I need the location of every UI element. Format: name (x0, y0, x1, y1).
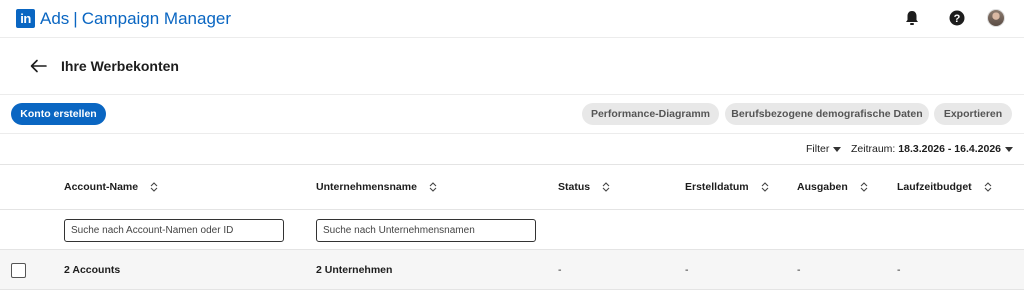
budget-value: - (897, 264, 901, 276)
column-header-account-name[interactable]: Account-Name (64, 181, 158, 193)
brand-separator: | (73, 9, 78, 28)
demographics-button[interactable]: Berufsbezogene demografische Daten (725, 103, 929, 125)
svg-text:?: ? (954, 13, 961, 25)
select-all-checkbox[interactable] (11, 263, 26, 278)
column-label: Ausgaben (797, 181, 848, 193)
column-label: Laufzeitbudget (897, 181, 972, 193)
accounts-count[interactable]: 2 Accounts (64, 264, 120, 276)
chevron-down-icon (833, 146, 842, 152)
companies-count: 2 Unternehmen (316, 264, 393, 276)
created-date-value: - (685, 264, 689, 276)
company-search-input[interactable] (316, 219, 536, 242)
sort-icon[interactable] (761, 182, 769, 192)
top-navigation-bar: in Ads | Campaign Manager ? (0, 0, 1024, 38)
column-label: Erstelldatum (685, 181, 749, 193)
app-brand[interactable]: Ads | Campaign Manager (40, 9, 231, 29)
filter-bar: Filter Zeitraum: 18.3.2026 - 16.4.2026 (0, 134, 1024, 165)
column-label: Status (558, 181, 591, 193)
sort-icon[interactable] (984, 182, 992, 192)
product-name: Ads (40, 9, 70, 28)
column-label: Account-Name (64, 181, 139, 193)
export-button[interactable]: Exportieren (934, 103, 1012, 125)
column-header-company-name[interactable]: Unternehmensname (316, 181, 437, 193)
page-header: Ihre Werbekonten (0, 39, 1024, 95)
filter-label: Filter (806, 143, 830, 155)
action-toolbar: Konto erstellen Performance-Diagramm Ber… (0, 95, 1024, 134)
linkedin-logo[interactable]: in (16, 9, 35, 28)
sort-icon[interactable] (429, 182, 437, 192)
date-range-picker[interactable]: Zeitraum: 18.3.2026 - 16.4.2026 (851, 143, 1014, 155)
date-range-value: 18.3.2026 - 16.4.2026 (898, 143, 1002, 155)
column-header-spend[interactable]: Ausgaben (797, 181, 868, 193)
performance-chart-button[interactable]: Performance-Diagramm (582, 103, 719, 125)
sort-icon[interactable] (602, 182, 610, 192)
chevron-down-icon (1005, 146, 1014, 152)
help-icon[interactable]: ? (948, 9, 966, 27)
sort-icon[interactable] (860, 182, 868, 192)
table-row: 2 Accounts 2 Unternehmen - - - - (0, 250, 1024, 290)
app-name: Campaign Manager (81, 9, 232, 28)
create-account-button[interactable]: Konto erstellen (11, 103, 106, 125)
account-search-input[interactable] (64, 219, 284, 242)
column-header-lifetime-budget[interactable]: Laufzeitbudget (897, 181, 992, 193)
avatar[interactable] (987, 9, 1005, 27)
sort-icon[interactable] (150, 182, 158, 192)
bell-icon[interactable] (903, 9, 921, 27)
column-label: Unternehmensname (316, 181, 417, 193)
spend-value: - (797, 264, 801, 276)
status-value: - (558, 264, 562, 276)
table-search-row (0, 210, 1024, 250)
page-title: Ihre Werbekonten (61, 58, 179, 74)
date-range-label: Zeitraum: (851, 143, 896, 155)
filter-dropdown[interactable]: Filter (806, 143, 842, 155)
column-header-status[interactable]: Status (558, 181, 610, 193)
back-arrow-icon[interactable] (29, 56, 49, 76)
table-header: Account-Name Unternehmensname Status Ers… (0, 165, 1024, 210)
column-header-created-date[interactable]: Erstelldatum (685, 181, 769, 193)
